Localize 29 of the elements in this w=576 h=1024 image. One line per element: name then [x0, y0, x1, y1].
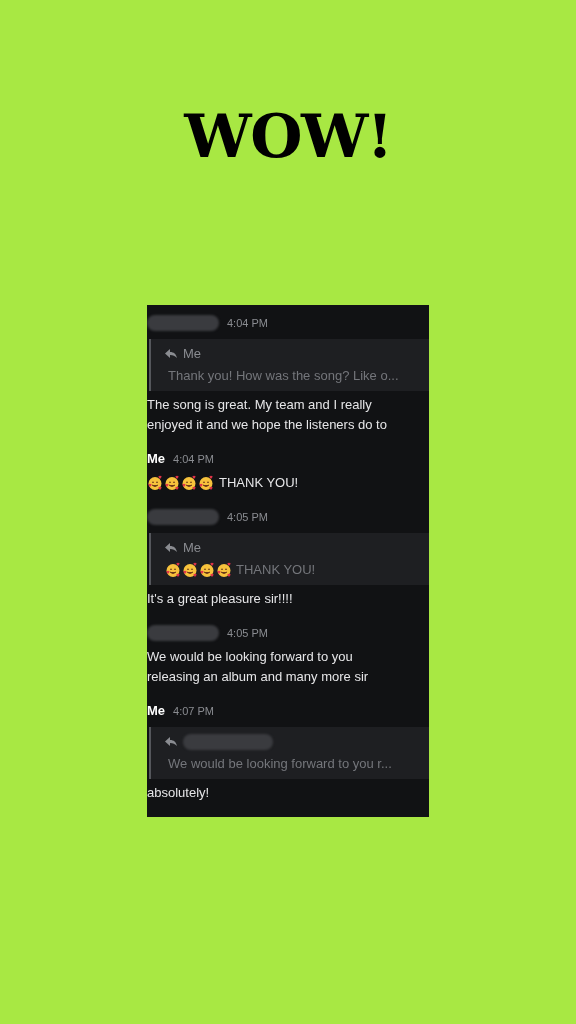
message-text: The song is great. My team and I really enjoyed it and we hope the listeners do to — [147, 396, 387, 434]
message-text: absolutely! — [147, 784, 210, 802]
reply-author: Me — [183, 539, 202, 558]
timestamp: 4:04 PM — [227, 315, 268, 331]
smiling-face-with-hearts-icon — [182, 562, 198, 578]
reply-arrow-icon — [165, 543, 177, 553]
smiling-face-with-hearts-icon — [181, 475, 197, 491]
smiling-face-with-hearts-icon — [198, 475, 214, 491]
timestamp: 4:07 PM — [173, 703, 215, 719]
smiling-face-with-hearts-icon — [165, 562, 181, 578]
timestamp: 4:05 PM — [227, 625, 268, 641]
reply-text: Thank you! How was the song? Like o... — [168, 367, 399, 386]
reply-text: We would be looking forward to you r... — [168, 755, 392, 774]
reply-text: THANK YOU! — [236, 561, 316, 580]
message-text: It's a great pleasure sir!!!! — [147, 590, 293, 608]
message-text: We would be looking forward to you releasing an album and many more sir — [147, 648, 369, 686]
author-name: Me — [147, 702, 166, 721]
smiling-face-with-hearts-icon — [147, 475, 163, 491]
timestamp: 4:04 PM — [173, 451, 215, 467]
smiling-face-with-hearts-icon — [164, 475, 180, 491]
reply-arrow-icon — [165, 737, 177, 747]
reply-arrow-icon — [165, 349, 177, 359]
timestamp: 4:05 PM — [227, 509, 268, 525]
smiling-face-with-hearts-icon — [216, 562, 232, 578]
author-name: Me — [147, 450, 166, 469]
message-text: THANK YOU! — [219, 474, 299, 492]
reply-author: Me — [183, 345, 202, 364]
smiling-face-with-hearts-icon — [199, 562, 215, 578]
headline: WOW! — [184, 100, 392, 173]
